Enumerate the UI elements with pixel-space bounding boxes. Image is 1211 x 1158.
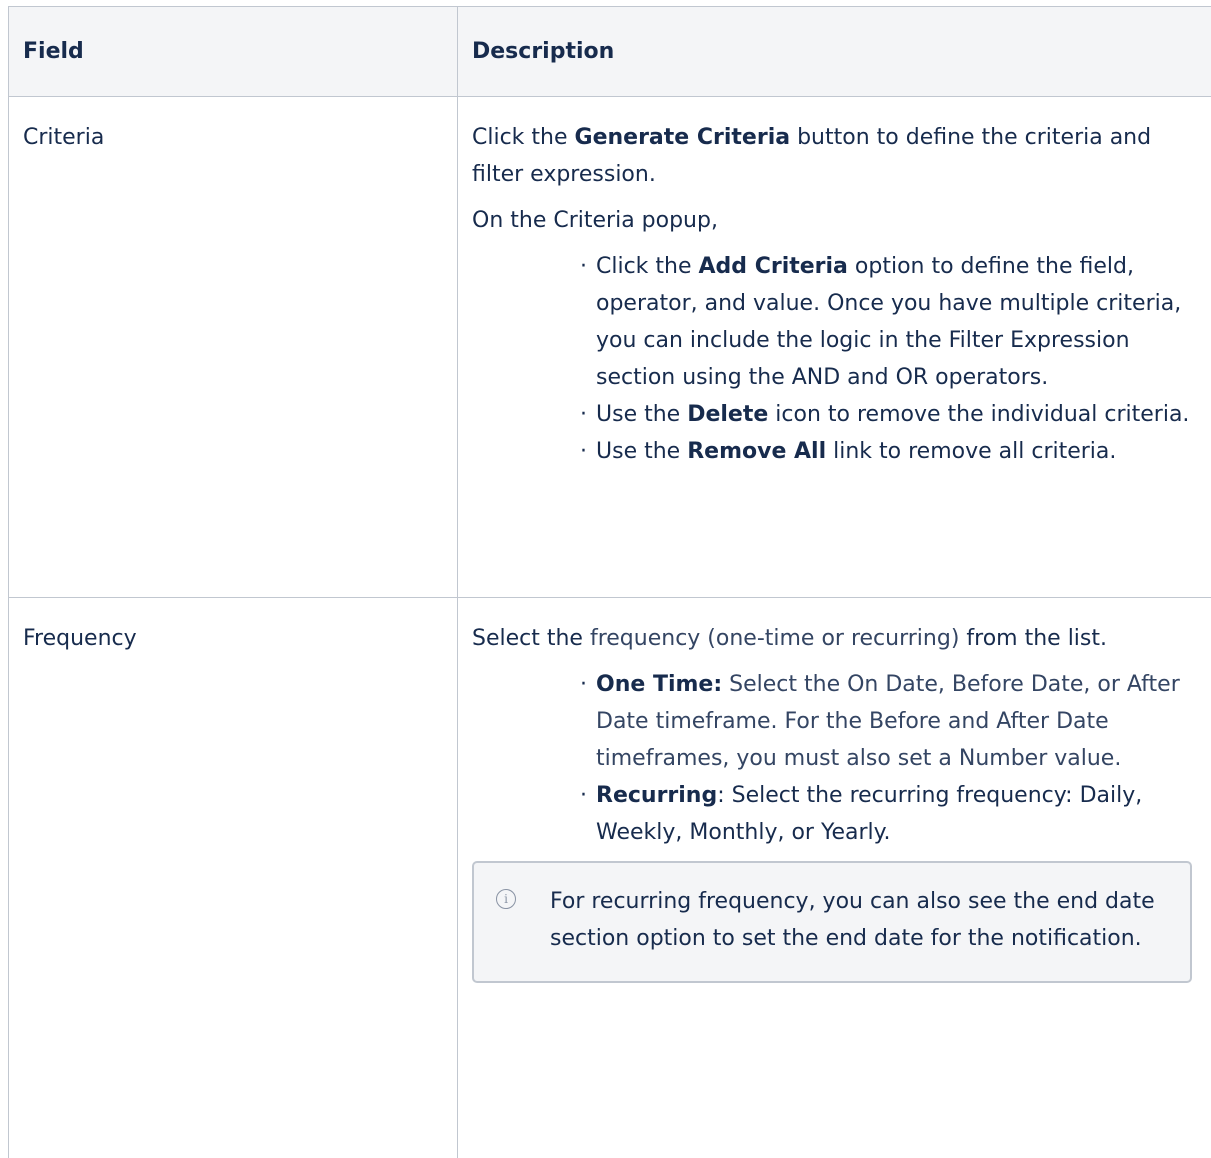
frequency-intro-text-pre: Select the bbox=[472, 626, 590, 651]
table-row-criteria: Criteria Click the Generate Criteria but… bbox=[9, 97, 1211, 598]
field-name-frequency: Frequency bbox=[9, 598, 457, 657]
bullet-text-post: link to remove all criteria. bbox=[826, 439, 1116, 464]
criteria-bullet-list: Click the Add Criteria option to define … bbox=[582, 248, 1199, 470]
header-description: Description bbox=[458, 7, 1211, 97]
list-item: Recurring: Select the recurring frequenc… bbox=[582, 777, 1199, 851]
frequency-bullet-list: One Time: Select the On Date, Before Dat… bbox=[582, 666, 1199, 851]
bullet-text-post: icon to remove the individual criteria. bbox=[768, 402, 1189, 427]
table-header-row: Field Description bbox=[9, 7, 1211, 97]
frequency-intro-text-post: from the list. bbox=[959, 626, 1107, 651]
description-cell-frequency: Select the frequency (one-time or recurr… bbox=[458, 598, 1211, 1158]
description-cell-criteria: Click the Generate Criteria button to de… bbox=[458, 97, 1211, 598]
list-item: Use the Delete icon to remove the indivi… bbox=[582, 396, 1199, 433]
field-cell-frequency: Frequency bbox=[9, 598, 458, 1158]
delete-label: Delete bbox=[687, 402, 768, 427]
remove-all-label: Remove All bbox=[687, 439, 826, 464]
header-field: Field bbox=[9, 7, 458, 97]
frequency-intro: Select the frequency (one-time or recurr… bbox=[472, 620, 1199, 657]
field-description-table: Field Description Criteria Click the Gen… bbox=[8, 6, 1211, 1158]
criteria-intro: Click the Generate Criteria button to de… bbox=[472, 119, 1199, 193]
field-name-criteria: Criteria bbox=[9, 97, 457, 156]
table-row-frequency: Frequency Select the frequency (one-time… bbox=[9, 598, 1211, 1158]
criteria-intro-text-pre: Click the bbox=[472, 125, 575, 150]
info-note-text: For recurring frequency, you can also se… bbox=[550, 889, 1155, 951]
bullet-text-pre: Use the bbox=[596, 402, 687, 427]
generate-criteria-label: Generate Criteria bbox=[575, 125, 791, 150]
add-criteria-label: Add Criteria bbox=[699, 254, 848, 279]
list-item: Use the Remove All link to remove all cr… bbox=[582, 433, 1199, 470]
bullet-text-pre: Click the bbox=[596, 254, 699, 279]
list-item: Click the Add Criteria option to define … bbox=[582, 248, 1199, 396]
one-time-label: One Time: bbox=[596, 672, 722, 697]
criteria-popup-text: On the Criteria popup, bbox=[472, 202, 1199, 239]
field-cell-criteria: Criteria bbox=[9, 97, 458, 598]
recurring-label: Recurring bbox=[596, 783, 717, 808]
info-icon: i bbox=[496, 889, 516, 909]
frequency-link[interactable]: frequency (one-time or recurring) bbox=[590, 626, 959, 651]
info-note: i For recurring frequency, you can also … bbox=[472, 861, 1192, 983]
list-item: One Time: Select the On Date, Before Dat… bbox=[582, 666, 1199, 777]
bullet-text-pre: Use the bbox=[596, 439, 687, 464]
